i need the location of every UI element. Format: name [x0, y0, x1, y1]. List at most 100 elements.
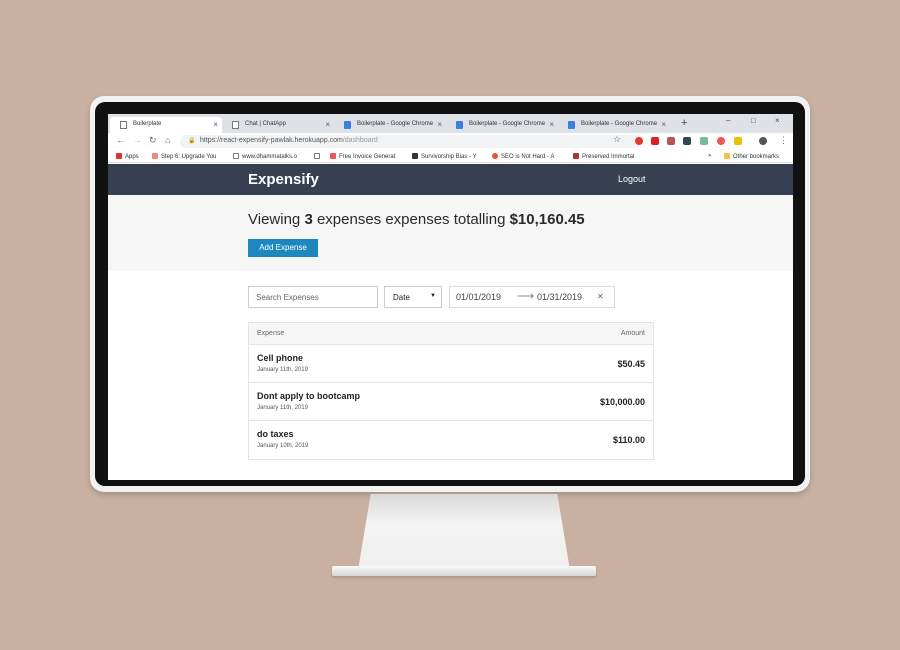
- extension-icon[interactable]: [717, 137, 725, 145]
- expense-total: $10,160.45: [509, 211, 585, 228]
- folder-icon: [724, 153, 730, 159]
- search-input[interactable]: Search Expenses: [248, 286, 378, 308]
- bookmark-icon: [412, 153, 418, 159]
- browser-tab[interactable]: Boilerplate - Google Chrome ×: [446, 117, 558, 133]
- expense-amount: $50.45: [617, 359, 645, 369]
- page-icon: [314, 153, 320, 159]
- bookmark-icon: [573, 153, 579, 159]
- address-bar[interactable]: 🔒 https://react-expensify-pawlak.herokua…: [180, 135, 640, 148]
- tab-label: Boilerplate - Google Chrome: [357, 121, 434, 127]
- extension-icon[interactable]: [667, 137, 675, 145]
- url-path: /dashboard: [342, 137, 378, 144]
- chevron-down-icon: ▼: [430, 293, 436, 299]
- tab-label: Chat | ChatApp: [245, 121, 286, 127]
- monitor-stand: [358, 494, 570, 570]
- end-date-input[interactable]: 01/31/2019: [537, 292, 582, 302]
- bookmark-star-icon[interactable]: ☆: [613, 134, 621, 145]
- screen: Boilerplate × Chat | ChatApp × Boilerpla…: [108, 114, 793, 480]
- monitor-stand-base: [332, 566, 596, 576]
- bookmarks-bar: Apps Step 6: Upgrade You www.dhammatalks…: [108, 150, 793, 163]
- sort-select[interactable]: Date ▼: [384, 286, 442, 308]
- extension-icon[interactable]: [683, 137, 691, 145]
- column-header-expense: Expense: [257, 330, 285, 337]
- bookmark-item[interactable]: Survivorship Bias - Y: [412, 153, 477, 160]
- bookmark-item[interactable]: Preserved Immortal: [573, 153, 634, 160]
- extension-icon[interactable]: [700, 137, 708, 145]
- list-item[interactable]: Dont apply to bootcamp January 11th, 201…: [249, 383, 653, 421]
- page-icon: [233, 153, 239, 159]
- minimize-icon[interactable]: –: [726, 116, 730, 125]
- bookmarks-overflow[interactable]: »: [708, 153, 711, 159]
- expenses-summary: Viewing 3 expenses expenses totalling $1…: [108, 195, 793, 271]
- other-bookmarks[interactable]: Other bookmarks: [724, 153, 779, 160]
- bookmark-item[interactable]: www.dhammatalks.o: [233, 153, 297, 160]
- extension-icon[interactable]: [734, 137, 742, 145]
- extension-icon[interactable]: [651, 137, 659, 145]
- expense-date: January 10th, 2019: [257, 443, 309, 449]
- close-icon[interactable]: ×: [437, 120, 442, 129]
- close-icon[interactable]: ×: [325, 120, 330, 129]
- bookmark-apps[interactable]: Apps: [116, 153, 139, 160]
- start-date-input[interactable]: 01/01/2019: [456, 292, 501, 302]
- tab-label: Boilerplate - Google Chrome: [469, 121, 546, 127]
- browser-tab[interactable]: Boilerplate - Google Chrome ×: [334, 117, 446, 133]
- expense-description: Cell phone: [257, 353, 304, 363]
- page-icon: [232, 121, 239, 129]
- browser-tab[interactable]: Boilerplate - Google Chrome ×: [558, 117, 670, 133]
- page-icon: [120, 121, 127, 129]
- column-header-amount: Amount: [620, 330, 645, 337]
- new-tab-icon[interactable]: +: [681, 117, 687, 129]
- expense-amount: $10,000.00: [599, 397, 645, 407]
- bookmark-item[interactable]: SEO is Not Hard - A: [492, 153, 554, 160]
- expense-amount: $110.00: [612, 435, 645, 445]
- clear-dates-icon[interactable]: ✕: [597, 292, 604, 301]
- add-expense-button[interactable]: Add Expense: [248, 239, 318, 257]
- forward-icon[interactable]: →: [133, 135, 142, 145]
- list-header: Expense Amount: [249, 323, 653, 345]
- app-header: Expensify Logout: [108, 164, 793, 195]
- bookmark-icon: [492, 153, 498, 159]
- sort-value: Date: [393, 293, 410, 302]
- expense-date: January 11th, 2019: [257, 367, 308, 373]
- browser-tab[interactable]: Boilerplate ×: [110, 117, 222, 133]
- tab-label: Boilerplate: [133, 121, 162, 127]
- maximize-icon[interactable]: □: [751, 116, 756, 125]
- logout-button[interactable]: Logout: [618, 174, 646, 184]
- date-range-picker[interactable]: 01/01/2019 ⟶ 01/31/2019 ✕: [449, 286, 615, 308]
- avatar[interactable]: [759, 137, 767, 145]
- browser-tabstrip: Boilerplate × Chat | ChatApp × Boilerpla…: [108, 114, 793, 133]
- browser-tab[interactable]: Chat | ChatApp ×: [222, 117, 334, 133]
- chrome-window-icon: [568, 121, 575, 129]
- tab-label: Boilerplate - Google Chrome: [581, 121, 658, 127]
- opera-extension-icon[interactable]: [635, 137, 643, 145]
- expense-description: Dont apply to bootcamp: [257, 391, 360, 401]
- bookmark-icon: [330, 153, 336, 159]
- close-window-icon[interactable]: ×: [775, 116, 780, 125]
- expense-date: January 11th, 2019: [257, 405, 308, 411]
- back-icon[interactable]: ←: [116, 135, 125, 145]
- list-item[interactable]: do taxes January 10th, 2019 $110.00: [249, 421, 653, 459]
- url-host-text: https://react-expensify-pawlak.herokuapp…: [200, 137, 343, 144]
- menu-icon[interactable]: ⋮: [779, 135, 788, 146]
- expense-count: 3: [304, 211, 313, 228]
- expense-list: Expense Amount Cell phone January 11th, …: [248, 322, 654, 460]
- chrome-window-icon: [344, 121, 351, 129]
- app-brand[interactable]: Expensify: [248, 171, 319, 188]
- chrome-window-icon: [456, 121, 463, 129]
- bookmark-item[interactable]: Free Invoice Generat: [330, 153, 395, 160]
- arrow-right-icon: ⟶: [517, 289, 535, 303]
- close-icon[interactable]: ×: [213, 120, 218, 129]
- list-item[interactable]: Cell phone January 11th, 2019 $50.45: [249, 345, 653, 383]
- lock-icon: 🔒: [188, 138, 196, 144]
- page-title: Viewing 3 expenses expenses totalling $1…: [248, 211, 585, 228]
- reload-icon[interactable]: ↻: [149, 135, 157, 146]
- home-icon[interactable]: ⌂: [165, 135, 170, 145]
- browser-toolbar: ← → ↻ ⌂ 🔒 https://react-expensify-pawlak…: [108, 133, 793, 150]
- close-icon[interactable]: ×: [661, 120, 666, 129]
- bookmark-item[interactable]: [314, 153, 323, 160]
- expense-description: do taxes: [257, 429, 294, 439]
- bookmark-item[interactable]: Step 6: Upgrade You: [152, 153, 216, 160]
- apps-grid-icon: [116, 153, 122, 159]
- close-icon[interactable]: ×: [549, 120, 554, 129]
- bookmark-icon: [152, 153, 158, 159]
